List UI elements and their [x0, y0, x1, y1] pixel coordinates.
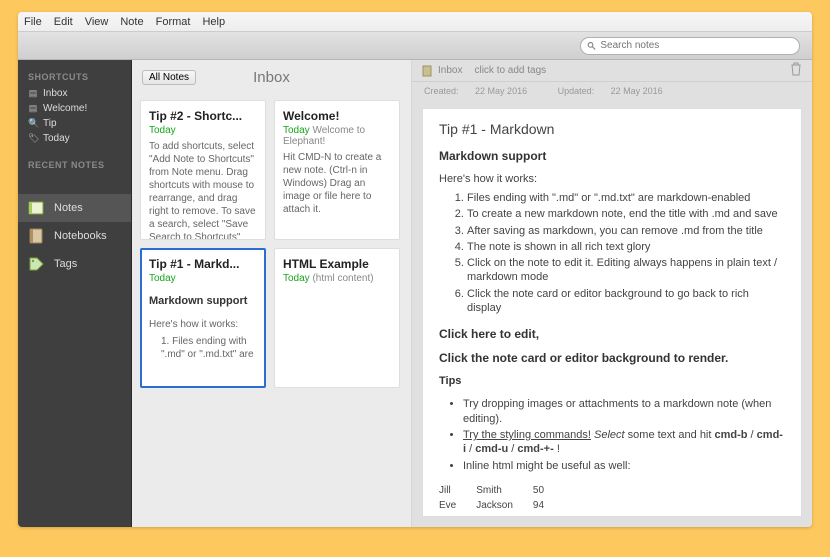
- note-h2: Markdown support: [439, 149, 785, 163]
- shortcut-tip[interactable]: 🔍 Tip: [18, 116, 131, 131]
- table-row: EveJackson94: [439, 498, 564, 513]
- content: SHORTCUTS ▤ Inbox ▤ Welcome! 🔍 Tip 🏷 Today R…: [18, 60, 812, 527]
- nav-notes[interactable]: Notes: [18, 194, 131, 222]
- menu-help[interactable]: Help: [202, 16, 225, 28]
- shortcuts-heading: SHORTCUTS: [18, 68, 131, 86]
- nav-label: Tags: [54, 258, 77, 270]
- card-date: Today: [149, 273, 176, 284]
- menu-format[interactable]: Format: [156, 16, 191, 28]
- note-editor[interactable]: Tip #1 - Markdown Markdown support Here'…: [422, 108, 802, 517]
- card-meta: (html content): [312, 273, 373, 284]
- menu-note[interactable]: Note: [120, 16, 143, 28]
- notebook-icon: [422, 65, 434, 77]
- menubar: File Edit View Note Format Help: [18, 12, 812, 32]
- click-render: Click the note card or editor background…: [439, 351, 785, 365]
- notebook-title: Inbox: [132, 69, 411, 86]
- app-window: File Edit View Note Format Help SHORTCUT…: [18, 12, 812, 527]
- tags-icon: [28, 256, 46, 272]
- tag-icon: 🏷: [28, 133, 38, 144]
- breadcrumb[interactable]: Inbox: [438, 65, 462, 76]
- card-body: To add shortcuts, select "Add Note to Sh…: [149, 140, 257, 240]
- table-row: JillSmith50: [439, 483, 564, 498]
- note-list-pane: All Notes Inbox Tip #2 - Shortc... Today…: [131, 60, 412, 527]
- nav-label: Notes: [54, 202, 83, 214]
- shortcut-label: Inbox: [43, 88, 67, 99]
- note-intro: Here's how it works:: [439, 173, 785, 185]
- search-box[interactable]: [580, 37, 800, 55]
- tips-item: Try dropping images or attachments to a …: [463, 397, 785, 426]
- olist-item: To create a new markdown note, end the t…: [467, 207, 785, 221]
- note-title: Tip #1 - Markdown: [439, 121, 785, 137]
- nav-label: Notebooks: [54, 230, 107, 242]
- shortcut-label: Tip: [43, 118, 57, 129]
- olist-item: Click the note card or editor background…: [467, 287, 785, 316]
- card-title: Tip #1 - Markd...: [149, 257, 257, 271]
- note-card-tip1[interactable]: Tip #1 - Markd... Today Markdown support…: [140, 248, 266, 388]
- tips-list: Try dropping images or attachments to a …: [463, 397, 785, 472]
- menu-file[interactable]: File: [24, 16, 42, 28]
- card-body: Hit CMD-N to create a new note. (Ctrl-n …: [283, 151, 391, 216]
- note-olist: Files ending with ".md" or ".md.txt" are…: [467, 191, 785, 315]
- search-icon: 🔍: [28, 118, 38, 129]
- shortcut-welcome[interactable]: ▤ Welcome!: [18, 101, 131, 116]
- nav-notebooks[interactable]: Notebooks: [18, 222, 131, 250]
- card-body: Here's how it works:: [149, 318, 257, 331]
- click-edit: Click here to edit,: [439, 327, 785, 341]
- card-subtitle: Markdown support: [149, 294, 257, 308]
- tips-item: Inline html might be useful as well:: [463, 459, 785, 473]
- created-label: Created: 22 May 2016: [424, 86, 541, 96]
- trash-icon[interactable]: [790, 62, 802, 79]
- detail-header: Inbox click to add tags: [412, 60, 812, 82]
- detail-dates: Created: 22 May 2016 Updated: 22 May 201…: [412, 82, 812, 100]
- menu-view[interactable]: View: [85, 16, 109, 28]
- notes-icon: [28, 200, 46, 216]
- note-card-tip2[interactable]: Tip #2 - Shortc... Today To add shortcut…: [140, 100, 266, 240]
- tips-item: Try the styling commands! Select some te…: [463, 428, 785, 457]
- note-list-header: All Notes Inbox: [132, 60, 411, 94]
- olist-item: Files ending with ".md" or ".md.txt" are…: [467, 191, 785, 205]
- card-date: Today: [283, 125, 310, 136]
- recent-heading: RECENT NOTES: [18, 156, 131, 174]
- sidebar: SHORTCUTS ▤ Inbox ▤ Welcome! 🔍 Tip 🏷 Today R…: [18, 60, 131, 527]
- example-table: JillSmith50 EveJackson94: [439, 483, 564, 513]
- note-card-html[interactable]: HTML Example Today (html content): [274, 248, 400, 388]
- olist-item: The note is shown in all rich text glory: [467, 240, 785, 254]
- nav-tags[interactable]: Tags: [18, 250, 131, 278]
- card-date: Today: [283, 273, 310, 284]
- olist-item: After saving as markdown, you can remove…: [467, 224, 785, 238]
- note-icon: ▤: [28, 103, 38, 114]
- shortcut-label: Welcome!: [43, 103, 87, 114]
- search-input[interactable]: [600, 40, 793, 51]
- toolbar: [18, 32, 812, 60]
- card-title: Tip #2 - Shortc...: [149, 109, 257, 123]
- search-icon: [587, 41, 596, 51]
- card-title: Welcome!: [283, 109, 391, 123]
- menu-edit[interactable]: Edit: [54, 16, 73, 28]
- card-date: Today: [149, 125, 176, 136]
- note-cards: Tip #2 - Shortc... Today To add shortcut…: [132, 94, 411, 394]
- olist-item: Click on the note to edit it. Editing al…: [467, 256, 785, 285]
- notebooks-icon: [28, 228, 46, 244]
- shortcut-inbox[interactable]: ▤ Inbox: [18, 86, 131, 101]
- tags-placeholder[interactable]: click to add tags: [474, 65, 546, 76]
- updated-label: Updated: 22 May 2016: [558, 86, 677, 96]
- card-title: HTML Example: [283, 257, 391, 271]
- note-detail-pane: Inbox click to add tags Created: 22 May …: [412, 60, 812, 527]
- shortcut-label: Today: [43, 133, 70, 144]
- note-icon: ▤: [28, 88, 38, 99]
- note-card-welcome[interactable]: Welcome! Today Welcome to Elephant! Hit …: [274, 100, 400, 240]
- tips-heading: Tips: [439, 375, 785, 387]
- card-body-list: 1. Files ending with ".md" or ".md.txt" …: [149, 335, 257, 361]
- shortcut-today[interactable]: 🏷 Today: [18, 131, 131, 146]
- sidebar-nav: Notes Notebooks Tags: [18, 194, 131, 278]
